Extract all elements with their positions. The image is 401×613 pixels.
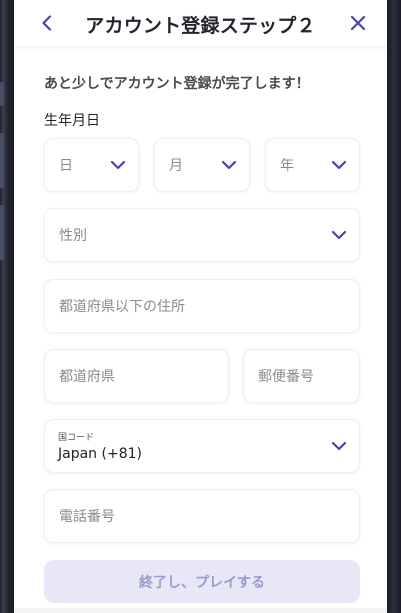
dob-label: 生年月日 — [44, 113, 100, 129]
side-button — [0, 82, 4, 106]
submit-button[interactable]: 終了し、プレイする — [44, 560, 360, 603]
chevron-down-icon — [331, 441, 347, 451]
prefecture-placeholder: 都道府県 — [59, 369, 115, 385]
close-icon — [350, 15, 366, 31]
month-select[interactable]: 月 — [154, 138, 250, 192]
bottom-divider — [14, 608, 387, 613]
postal-code-input[interactable]: 郵便番号 — [243, 349, 360, 403]
chevron-down-icon — [331, 160, 347, 170]
day-select[interactable]: 日 — [44, 138, 139, 192]
day-placeholder: 日 — [59, 158, 73, 174]
chevron-down-icon — [110, 160, 126, 170]
year-placeholder: 年 — [280, 158, 294, 174]
country-code-value: Japan (+81) — [58, 446, 142, 462]
close-button[interactable] — [343, 8, 373, 38]
side-button — [0, 205, 4, 260]
month-placeholder: 月 — [169, 158, 183, 174]
country-code-label: 国コード — [58, 433, 95, 443]
gender-select[interactable]: 性別 — [44, 208, 360, 262]
phone-input[interactable]: 電話番号 — [44, 489, 360, 543]
form-subtitle: あと少しでアカウント登録が完了します！ — [44, 76, 310, 92]
phone-placeholder: 電話番号 — [59, 509, 115, 525]
registration-screen: アカウント登録ステップ２ あと少しでアカウント登録が完了します！ 生年月日 日 … — [14, 0, 387, 613]
chevron-down-icon — [221, 160, 237, 170]
address-placeholder: 都道府県以下の住所 — [59, 299, 185, 315]
side-button — [0, 133, 4, 188]
country-code-select[interactable]: 国コード Japan (+81) — [44, 419, 360, 473]
header: アカウント登録ステップ２ — [14, 0, 387, 46]
address-input[interactable]: 都道府県以下の住所 — [44, 279, 360, 333]
chevron-down-icon — [331, 230, 347, 240]
chevron-left-icon — [42, 15, 52, 31]
prefecture-input[interactable]: 都道府県 — [44, 349, 229, 403]
back-button[interactable] — [32, 8, 62, 38]
page-title: アカウント登録ステップ２ — [85, 15, 316, 37]
postal-code-placeholder: 郵便番号 — [258, 369, 314, 385]
year-select[interactable]: 年 — [265, 138, 360, 192]
gender-placeholder: 性別 — [59, 228, 87, 244]
